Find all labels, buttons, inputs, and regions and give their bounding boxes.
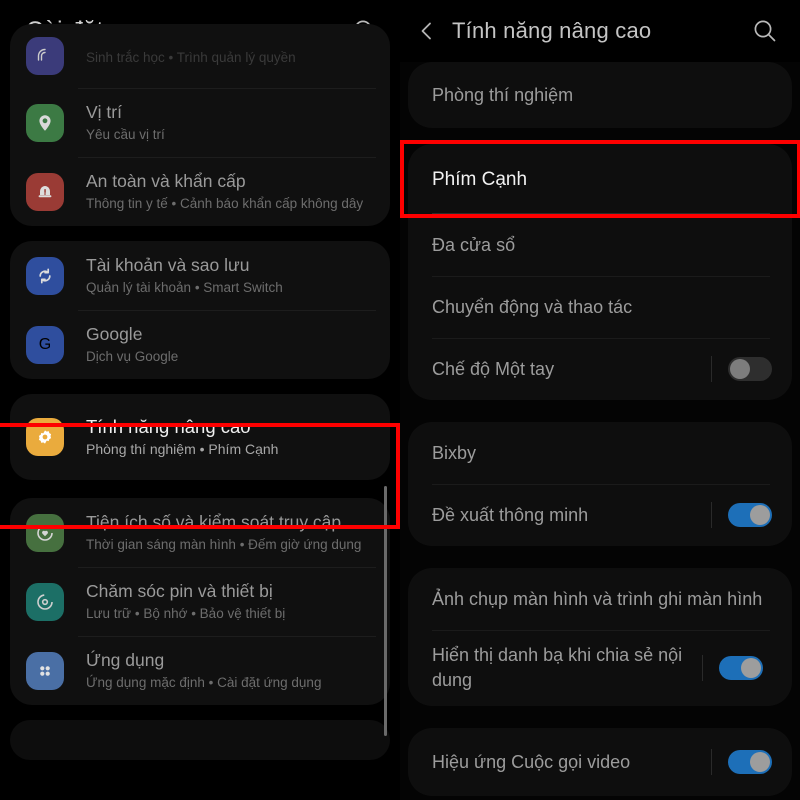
list-item-edge-panel[interactable]: Phím Cạnh bbox=[408, 144, 792, 214]
list-item-title: Chăm sóc pin và thiết bị bbox=[86, 581, 273, 601]
settings-group: Bixby Đề xuất thông minh bbox=[408, 422, 792, 546]
list-item-label: Ảnh chụp màn hình và trình ghi màn hình bbox=[432, 588, 763, 609]
toggle-knob bbox=[750, 505, 770, 525]
settings-group: Phím Cạnh Đa cửa sổ Chuyển động và thao … bbox=[408, 144, 792, 400]
list-item-subtitle: Quản lý tài khoản • Smart Switch bbox=[86, 280, 283, 295]
list-item-subtitle: Yêu cầu vị trí bbox=[86, 127, 165, 142]
divider bbox=[702, 655, 703, 681]
list-item-video-call-effects[interactable]: Hiệu ứng Cuộc gọi video bbox=[408, 728, 792, 796]
toggle-knob bbox=[741, 658, 761, 678]
toggle-video-call-effects[interactable] bbox=[728, 750, 772, 774]
settings-card-privacy: Sinh trắc học • Trình quản lý quyền Vị t… bbox=[10, 24, 390, 226]
list-item[interactable]: Sinh trắc học • Trình quản lý quyền bbox=[10, 24, 390, 88]
list-item-screenshots-recorder[interactable]: Ảnh chụp màn hình và trình ghi màn hình bbox=[408, 568, 792, 630]
toggle-knob bbox=[750, 752, 770, 772]
list-item-subtitle: Thông tin y tế • Cảnh báo khẩn cấp không… bbox=[86, 196, 364, 211]
apps-grid-icon bbox=[26, 651, 64, 690]
sidebar-item-device-care[interactable]: Chăm sóc pin và thiết bị Lưu trữ • Bộ nh… bbox=[10, 567, 390, 636]
advanced-gear-icon bbox=[26, 418, 64, 456]
list-item-show-contacts-sharing[interactable]: Hiển thị danh bạ khi chia sẻ nội dung bbox=[408, 630, 792, 706]
settings-scroll-area[interactable]: Sinh trắc học • Trình quản lý quyền Vị t… bbox=[0, 24, 400, 762]
advanced-features-appbar: Tính năng nâng cao bbox=[400, 0, 800, 62]
list-item-label: Chế độ Một tay bbox=[432, 358, 555, 379]
scrollbar-thumb[interactable] bbox=[384, 486, 387, 736]
sidebar-item-google[interactable]: G Google Dịch vụ Google bbox=[10, 310, 390, 379]
sync-accounts-icon bbox=[26, 256, 64, 295]
divider bbox=[711, 502, 712, 528]
list-item-title: Google bbox=[86, 324, 143, 344]
sidebar-item-digital-wellbeing[interactable]: Tiện ích số và kiểm soát truy cập Thời g… bbox=[10, 498, 390, 567]
divider bbox=[711, 356, 712, 382]
sidebar-item-advanced-features[interactable]: Tính năng nâng cao Phòng thí nghiệm • Ph… bbox=[10, 394, 390, 480]
list-item-subtitle: Dịch vụ Google bbox=[86, 349, 179, 364]
settings-group: Ảnh chụp màn hình và trình ghi màn hình … bbox=[408, 568, 792, 706]
fingerprint-icon bbox=[26, 37, 64, 75]
list-item-multi-window[interactable]: Đa cửa sổ bbox=[408, 214, 792, 276]
list-item-label: Hiệu ứng Cuộc gọi video bbox=[432, 751, 631, 772]
toggle-wrap bbox=[711, 502, 772, 528]
list-item-label: Chuyển động và thao tác bbox=[432, 296, 633, 317]
list-item-one-handed-mode[interactable]: Chế độ Một tay bbox=[408, 338, 792, 400]
toggle-knob bbox=[730, 359, 750, 379]
settings-panel: Cài đặt bbox=[0, 0, 400, 800]
list-item-label: Hiển thị danh bạ khi chia sẻ nội dung bbox=[432, 645, 683, 690]
list-item-motions-gestures[interactable]: Chuyển động và thao tác bbox=[408, 276, 792, 338]
list-item-smart-suggestions[interactable]: Đề xuất thông minh bbox=[408, 484, 792, 546]
sidebar-item-apps[interactable]: Ứng dụng Ứng dụng mặc định • Cài đặt ứng… bbox=[10, 636, 390, 705]
list-item-title: Ứng dụng bbox=[86, 650, 165, 670]
list-item-label: Phòng thí nghiệm bbox=[432, 84, 574, 105]
settings-card-advanced: Tính năng nâng cao Phòng thí nghiệm • Ph… bbox=[10, 394, 390, 480]
toggle-wrap bbox=[702, 655, 763, 681]
list-item-label: Phím Cạnh bbox=[432, 168, 528, 190]
list-item-subtitle: Phòng thí nghiệm • Phím Cạnh bbox=[86, 440, 279, 457]
settings-card-accounts: Tài khoản và sao lưu Quản lý tài khoản •… bbox=[10, 241, 390, 379]
advanced-features-panel: Tính năng nâng cao Phòng thí nghiệm Phím… bbox=[400, 0, 800, 800]
list-item-label: Đa cửa sổ bbox=[432, 234, 516, 255]
emergency-alert-icon bbox=[26, 172, 64, 211]
device-care-icon bbox=[26, 582, 64, 621]
list-item-subtitle: Lưu trữ • Bộ nhớ • Bảo vệ thiết bị bbox=[86, 606, 286, 621]
toggle-smart-suggestions[interactable] bbox=[728, 503, 772, 527]
toggle-show-contacts-sharing[interactable] bbox=[719, 656, 763, 680]
list-item-subtitle: Thời gian sáng màn hình • Đếm giờ ứng dụ… bbox=[86, 537, 362, 552]
list-item-bixby[interactable]: Bixby bbox=[408, 422, 792, 484]
list-item-title: Tính năng nâng cao bbox=[86, 415, 251, 437]
list-item-title: Tài khoản và sao lưu bbox=[86, 255, 250, 275]
list-item-labs[interactable]: Phòng thí nghiệm bbox=[408, 62, 792, 128]
toggle-wrap bbox=[711, 749, 772, 775]
list-item-title: Vị trí bbox=[86, 102, 122, 122]
page-title: Tính năng nâng cao bbox=[452, 18, 652, 43]
search-icon[interactable] bbox=[748, 14, 782, 48]
sidebar-item-location[interactable]: Vị trí Yêu cầu vị trí bbox=[10, 88, 390, 157]
settings-card-next bbox=[10, 720, 390, 760]
advanced-features-scroll-area[interactable]: Phòng thí nghiệm Phím Cạnh Đa cửa sổ Chu… bbox=[400, 62, 800, 800]
list-item-title: Tiện ích số và kiểm soát truy cập bbox=[86, 512, 342, 532]
sidebar-item-safety-emergency[interactable]: An toàn và khẩn cấp Thông tin y tế • Cản… bbox=[10, 157, 390, 226]
toggle-wrap bbox=[711, 356, 772, 382]
settings-group: Hiệu ứng Cuộc gọi video bbox=[408, 728, 792, 796]
list-item-subtitle: Ứng dụng mặc định • Cài đặt ứng dụng bbox=[86, 675, 322, 690]
list-item-label: Bixby bbox=[432, 442, 477, 463]
screenshot-root: Cài đặt bbox=[0, 0, 800, 800]
list-item-label: Đề xuất thông minh bbox=[432, 504, 589, 525]
digital-wellbeing-icon bbox=[26, 513, 64, 552]
chevron-left-icon[interactable] bbox=[416, 20, 438, 42]
location-pin-icon bbox=[26, 103, 64, 142]
toggle-one-handed-mode[interactable] bbox=[728, 357, 772, 381]
settings-card-care: Tiện ích số và kiểm soát truy cập Thời g… bbox=[10, 498, 390, 705]
list-item-title: An toàn và khẩn cấp bbox=[86, 171, 246, 191]
settings-group: Phòng thí nghiệm bbox=[408, 62, 792, 128]
google-g-icon: G bbox=[26, 325, 64, 364]
list-item-subtitle: Sinh trắc học • Trình quản lý quyền bbox=[86, 49, 296, 65]
sidebar-item-accounts-backup[interactable]: Tài khoản và sao lưu Quản lý tài khoản •… bbox=[10, 241, 390, 310]
divider bbox=[711, 749, 712, 775]
